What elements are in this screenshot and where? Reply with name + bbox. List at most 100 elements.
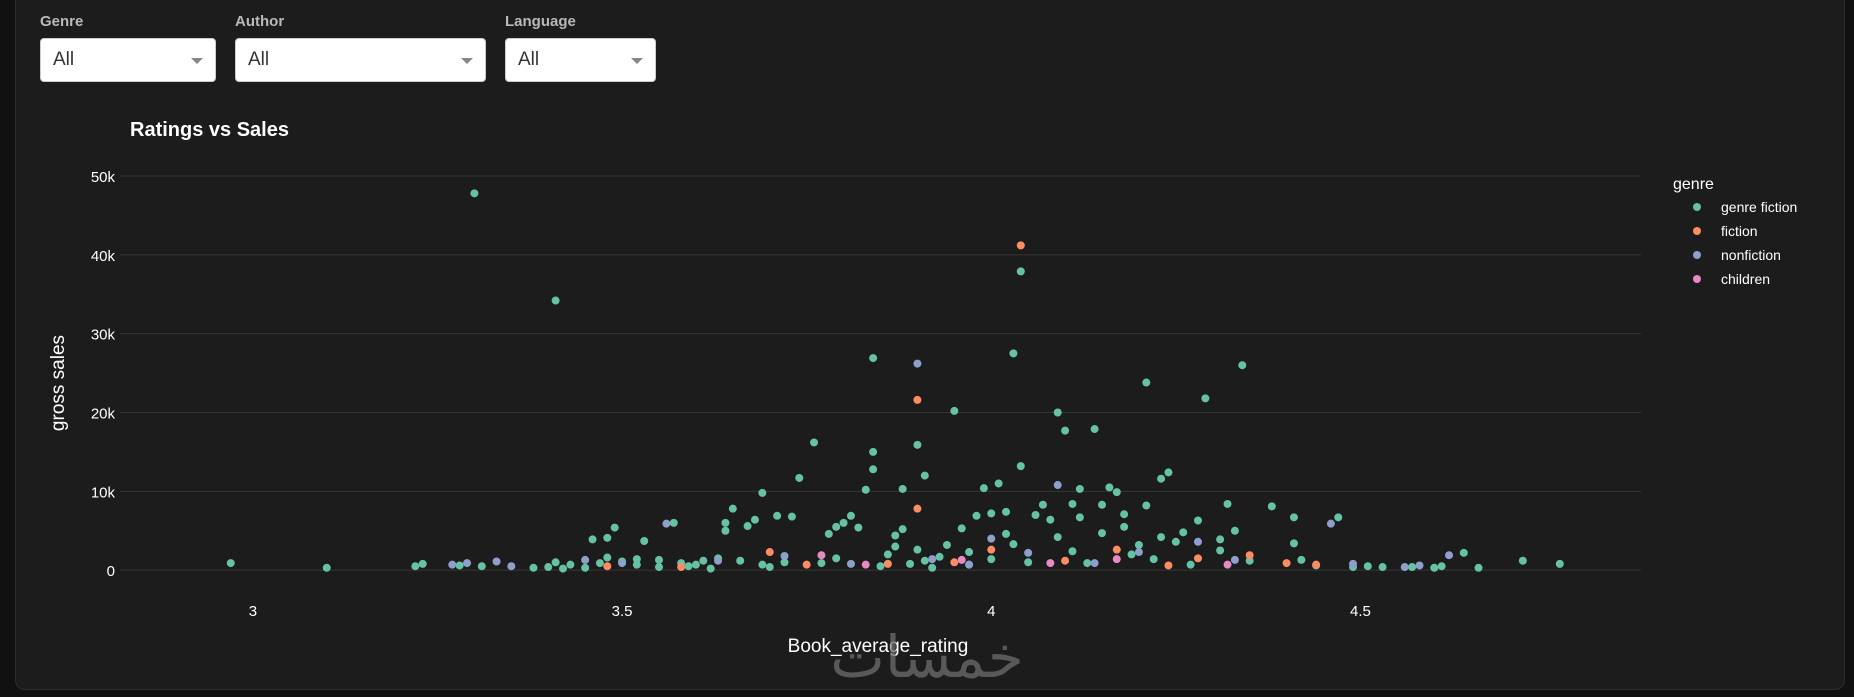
data-point[interactable] — [1016, 241, 1025, 250]
data-point[interactable] — [1024, 548, 1033, 557]
data-point[interactable] — [883, 559, 892, 568]
data-point[interactable] — [979, 484, 988, 493]
data-point[interactable] — [551, 296, 560, 305]
data-point[interactable] — [765, 548, 774, 557]
legend-marker[interactable] — [1693, 275, 1701, 283]
data-point[interactable] — [610, 523, 619, 532]
data-point[interactable] — [1223, 499, 1232, 508]
data-point[interactable] — [1016, 462, 1025, 471]
data-point[interactable] — [1223, 560, 1232, 569]
data-point[interactable] — [832, 554, 841, 563]
data-point[interactable] — [817, 559, 826, 568]
data-point[interactable] — [559, 564, 568, 573]
data-point[interactable] — [1157, 474, 1166, 483]
data-point[interactable] — [920, 471, 929, 480]
data-point[interactable] — [987, 509, 996, 518]
data-point[interactable] — [411, 562, 420, 571]
data-point[interactable] — [1098, 529, 1107, 538]
data-point[interactable] — [1297, 555, 1306, 564]
data-point[interactable] — [684, 562, 693, 571]
data-point[interactable] — [418, 559, 427, 568]
data-point[interactable] — [1031, 510, 1040, 519]
data-point[interactable] — [1009, 540, 1018, 549]
data-point[interactable] — [618, 559, 627, 568]
data-point[interactable] — [1038, 500, 1047, 509]
data-point[interactable] — [1002, 507, 1011, 516]
data-point[interactable] — [861, 560, 870, 569]
data-point[interactable] — [906, 559, 915, 568]
data-point[interactable] — [1053, 533, 1062, 542]
data-point[interactable] — [1245, 551, 1254, 560]
data-point[interactable] — [832, 522, 841, 531]
data-point[interactable] — [1282, 559, 1291, 568]
data-point[interactable] — [765, 563, 774, 572]
data-point[interactable] — [1201, 394, 1210, 403]
data-point[interactable] — [492, 557, 501, 566]
data-points[interactable] — [226, 189, 1564, 573]
data-point[interactable] — [950, 558, 959, 567]
legend-item-label[interactable]: genre fiction — [1721, 199, 1797, 215]
data-point[interactable] — [1216, 535, 1225, 544]
data-point[interactable] — [795, 473, 804, 482]
data-point[interactable] — [891, 542, 900, 551]
data-point[interactable] — [913, 359, 922, 368]
data-point[interactable] — [1046, 559, 1055, 568]
data-point[interactable] — [950, 406, 959, 415]
data-point[interactable] — [1083, 559, 1092, 568]
data-point[interactable] — [928, 555, 937, 564]
data-point[interactable] — [869, 465, 878, 474]
data-point[interactable] — [1120, 522, 1129, 531]
data-point[interactable] — [750, 515, 759, 524]
data-point[interactable] — [1459, 548, 1468, 557]
data-point[interactable] — [1164, 561, 1173, 570]
data-point[interactable] — [1112, 555, 1121, 564]
data-point[interactable] — [758, 560, 767, 569]
data-point[interactable] — [965, 548, 974, 557]
data-point[interactable] — [876, 562, 885, 571]
data-point[interactable] — [1075, 484, 1084, 493]
data-point[interactable] — [588, 535, 597, 544]
data-point[interactable] — [691, 560, 700, 569]
data-point[interactable] — [1312, 560, 1321, 569]
data-point[interactable] — [1474, 563, 1483, 572]
data-point[interactable] — [913, 504, 922, 513]
data-point[interactable] — [595, 559, 604, 568]
data-point[interactable] — [1437, 562, 1446, 571]
data-point[interactable] — [861, 485, 870, 494]
data-point[interactable] — [913, 440, 922, 449]
data-point[interactable] — [1142, 501, 1151, 510]
legend-item-label[interactable]: children — [1721, 271, 1770, 287]
data-point[interactable] — [824, 529, 833, 538]
data-point[interactable] — [928, 563, 937, 572]
legend-marker[interactable] — [1693, 227, 1701, 235]
legend-marker[interactable] — [1693, 251, 1701, 259]
data-point[interactable] — [1068, 499, 1077, 508]
data-point[interactable] — [1378, 563, 1387, 572]
data-point[interactable] — [640, 537, 649, 546]
data-point[interactable] — [529, 563, 538, 572]
data-point[interactable] — [1363, 562, 1372, 571]
data-point[interactable] — [455, 561, 464, 570]
data-point[interactable] — [987, 545, 996, 554]
data-point[interactable] — [1142, 378, 1151, 387]
data-point[interactable] — [736, 556, 745, 565]
data-point[interactable] — [839, 518, 848, 527]
data-point[interactable] — [470, 189, 479, 198]
data-point[interactable] — [566, 560, 575, 569]
data-point[interactable] — [1326, 519, 1335, 528]
data-point[interactable] — [773, 511, 782, 520]
data-point[interactable] — [987, 534, 996, 543]
data-point[interactable] — [1408, 563, 1417, 572]
data-point[interactable] — [322, 563, 331, 572]
data-point[interactable] — [1149, 555, 1158, 564]
data-point[interactable] — [706, 564, 715, 573]
data-point[interactable] — [507, 562, 516, 571]
data-point[interactable] — [972, 511, 981, 520]
data-point[interactable] — [802, 560, 811, 569]
data-point[interactable] — [1134, 540, 1143, 549]
data-point[interactable] — [957, 524, 966, 533]
data-point[interactable] — [1179, 528, 1188, 537]
data-point[interactable] — [1053, 408, 1062, 417]
data-point[interactable] — [869, 354, 878, 363]
data-point[interactable] — [669, 518, 678, 527]
